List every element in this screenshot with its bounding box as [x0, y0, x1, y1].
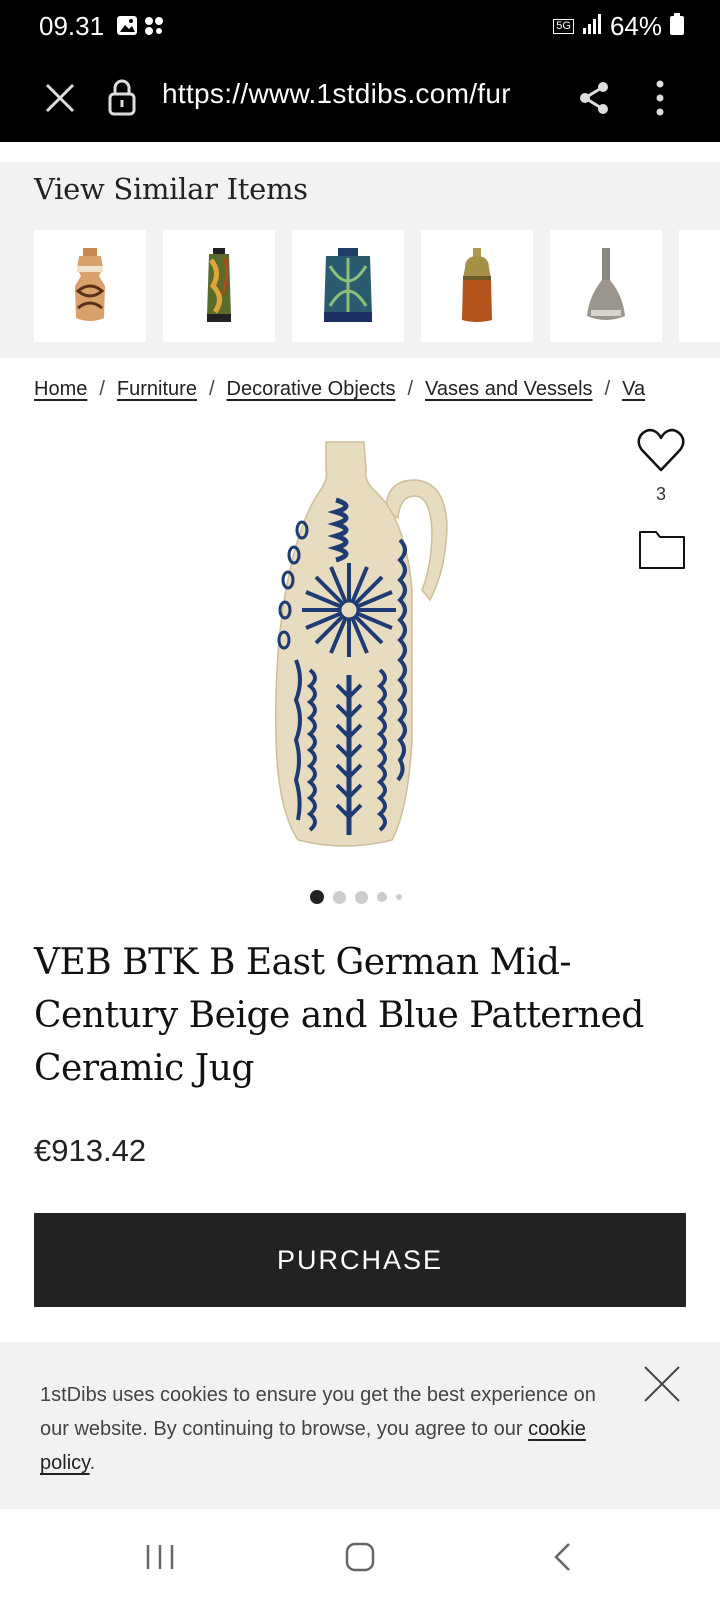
- status-time: 09.31: [39, 11, 105, 41]
- ceramic-jug-image: [275, 441, 448, 847]
- signal-icon: [582, 11, 602, 42]
- product-title: VEB BTK B East German Mid-Century Beige …: [34, 942, 644, 1089]
- cookie-message-text: 1stDibs uses cookies to ensure you get t…: [40, 1384, 596, 1440]
- favorites-count: 3: [655, 484, 666, 504]
- close-icon[interactable]: [642, 1364, 682, 1404]
- cookie-message: 1stDibs uses cookies to ensure you get t…: [40, 1378, 610, 1480]
- green-yellow-vase-thumb: [207, 248, 231, 322]
- home-icon[interactable]: [345, 1542, 375, 1577]
- folder-icon[interactable]: [638, 528, 686, 570]
- breadcrumb-decorative-objects[interactable]: Decorative Objects: [227, 378, 396, 400]
- breadcrumb-next[interactable]: Va: [622, 378, 645, 400]
- breadcrumb: Home / Furniture / Decorative Objects / Vases …: [34, 378, 686, 401]
- orange-brown-vase-thumb: [75, 248, 105, 321]
- more-menu-icon[interactable]: [655, 78, 665, 118]
- recent-apps-icon[interactable]: [145, 1542, 175, 1577]
- share-icon[interactable]: [578, 80, 610, 116]
- battery-level: 64%: [609, 11, 662, 41]
- product-price: €913.42: [34, 1133, 147, 1168]
- back-icon[interactable]: [553, 1542, 573, 1577]
- breadcrumb-vases-and-vessels[interactable]: Vases and Vessels: [425, 378, 593, 400]
- carousel-dot[interactable]: [377, 892, 387, 902]
- product-image[interactable]: [240, 440, 480, 860]
- similar-item[interactable]: [292, 230, 404, 342]
- status-indicators: 5G 64%: [553, 11, 684, 42]
- similar-items-title: View Similar Items: [34, 172, 308, 206]
- cookie-banner: 1stDibs uses cookies to ensure you get t…: [0, 1342, 720, 1509]
- blue-patterned-vase-thumb: [324, 248, 372, 322]
- purchase-button[interactable]: PURCHASE: [34, 1213, 686, 1307]
- similar-items-panel: View Similar Items: [0, 162, 720, 358]
- carousel-dot-active[interactable]: [310, 890, 324, 904]
- favorite-heart-icon[interactable]: [636, 426, 686, 476]
- breadcrumb-separator: /: [407, 378, 414, 400]
- breadcrumb-separator: /: [604, 378, 611, 400]
- similar-item[interactable]: [421, 230, 533, 342]
- carousel-dot[interactable]: [355, 890, 368, 904]
- similar-item[interactable]: [163, 230, 275, 342]
- breadcrumb-separator: /: [208, 378, 215, 400]
- cookie-message-end: .: [89, 1452, 96, 1474]
- status-bar: 09.31 5G 64%: [0, 0, 720, 52]
- battery-icon: [670, 11, 684, 42]
- network-icon: 5G: [553, 19, 574, 34]
- similar-item[interactable]: [34, 230, 146, 342]
- similar-items-carousel[interactable]: [34, 230, 720, 342]
- breadcrumb-home[interactable]: Home: [34, 378, 87, 400]
- image-carousel-dots[interactable]: [310, 890, 402, 904]
- carousel-dot[interactable]: [396, 894, 402, 900]
- similar-item[interactable]: [550, 230, 662, 342]
- orange-olive-vase-thumb: [462, 248, 492, 322]
- url-field[interactable]: https://www.1stdibs.com/fur: [162, 78, 550, 110]
- similar-item[interactable]: [679, 230, 720, 342]
- system-nav-bar: [0, 1509, 720, 1600]
- breadcrumb-furniture[interactable]: Furniture: [117, 378, 197, 400]
- breadcrumb-separator: /: [99, 378, 105, 400]
- grey-bottle-vase-thumb: [587, 248, 625, 320]
- carousel-dot[interactable]: [333, 890, 346, 904]
- notification-icons: [116, 14, 168, 43]
- lock-icon[interactable]: [108, 78, 136, 116]
- browser-toolbar: https://www.1stdibs.com/fur: [0, 52, 720, 142]
- close-tab-icon[interactable]: [42, 80, 78, 116]
